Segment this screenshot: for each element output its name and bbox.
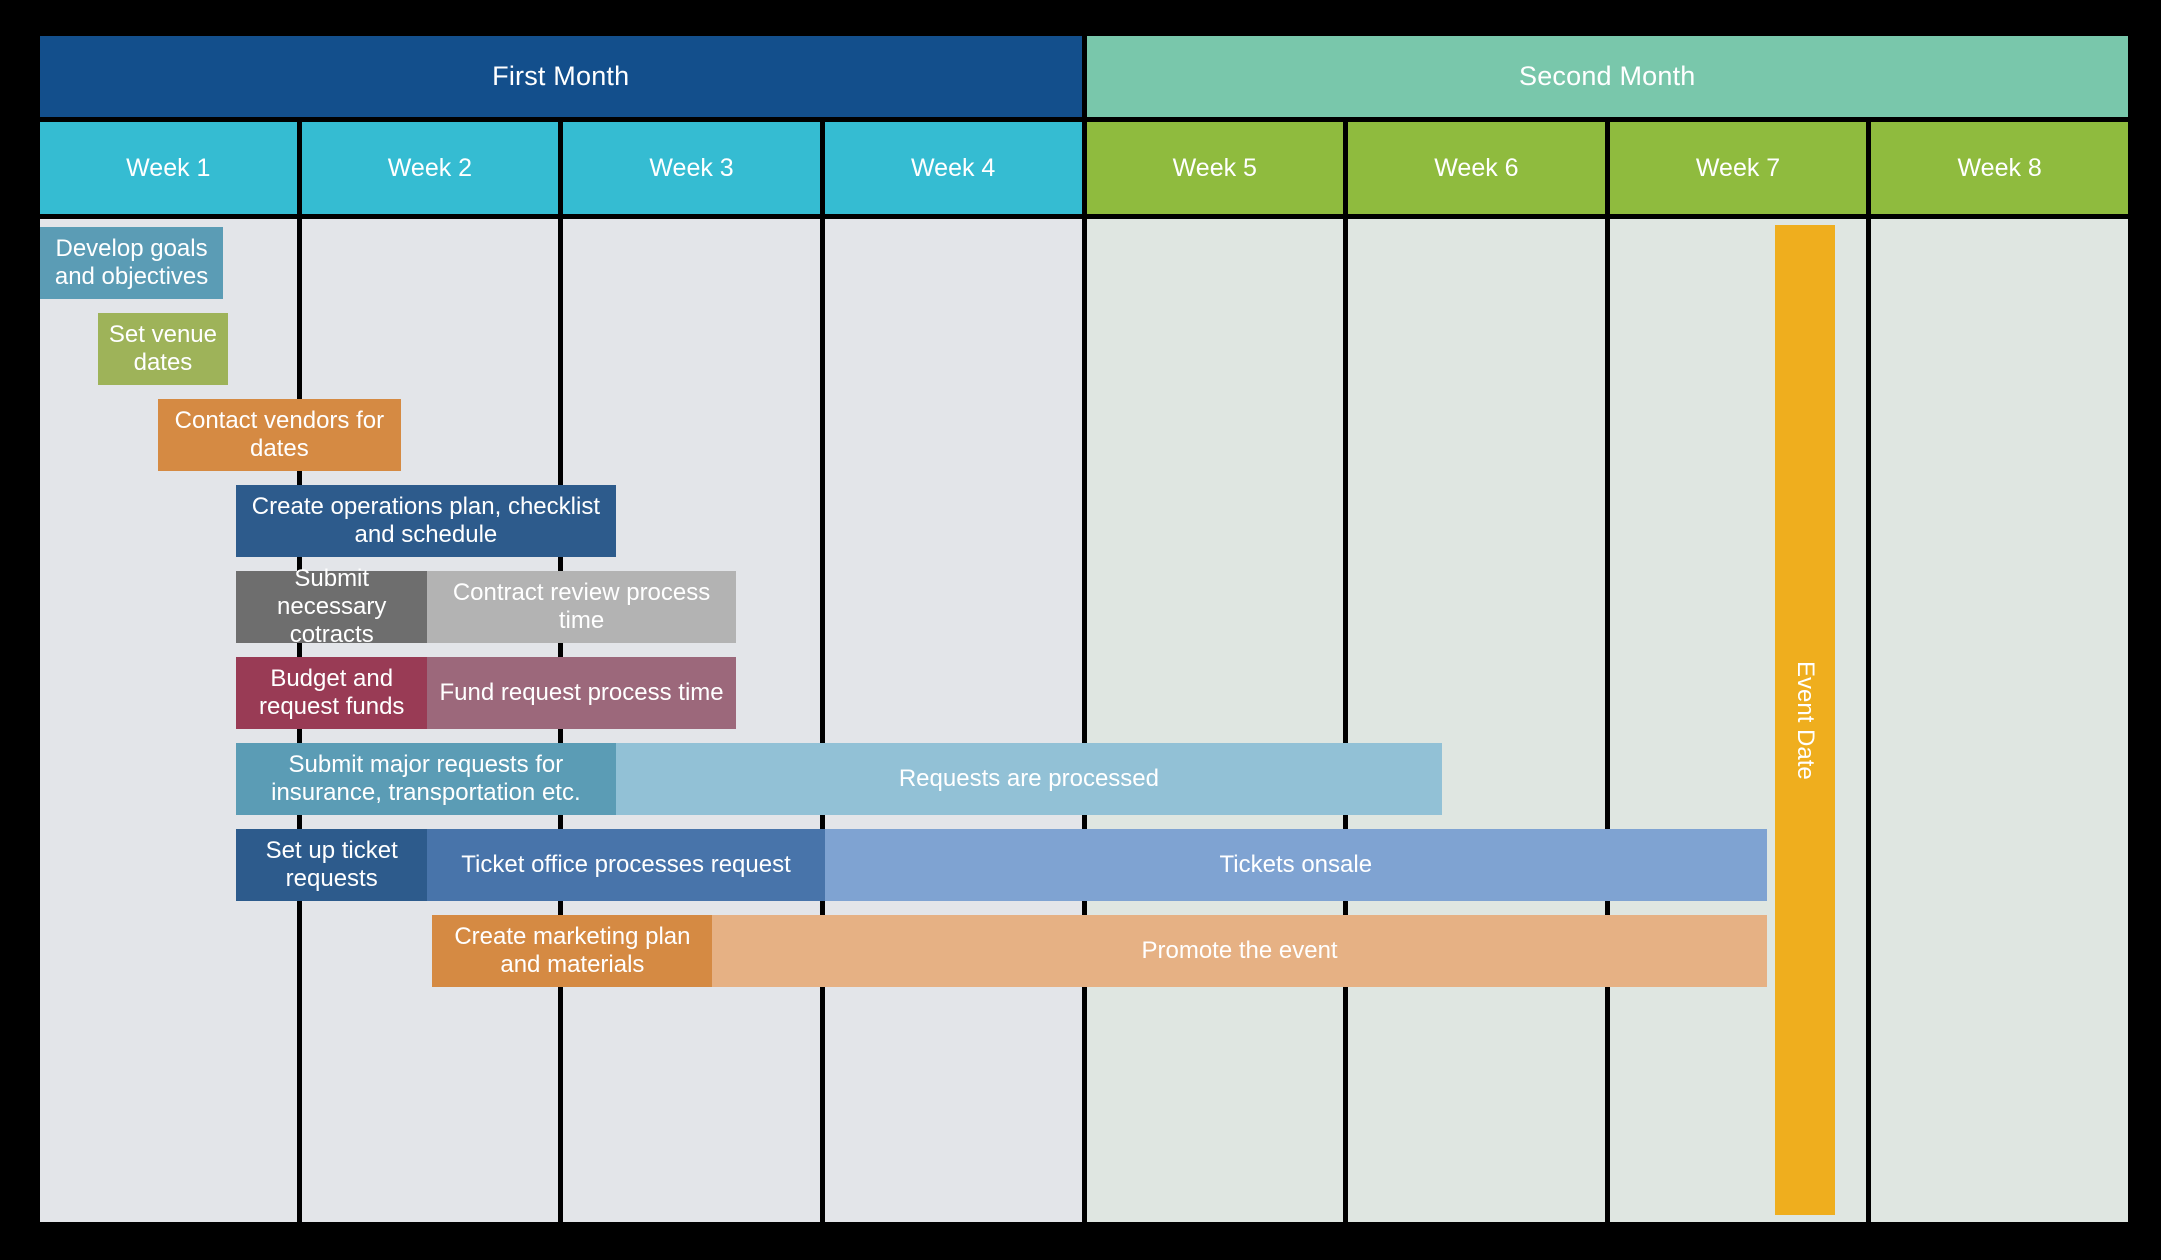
week-header-6[interactable]: Week 6	[1348, 122, 1605, 214]
week-header-8[interactable]: Week 8	[1871, 122, 2128, 214]
task-bar-create-marketing-plan-and-materials[interactable]: Create marketing plan and materials	[432, 915, 713, 987]
task-bar-submit-major-requests-for-insurance-transportation-etc[interactable]: Submit major requests for insurance, tra…	[236, 743, 616, 815]
task-bar-label: Create marketing plan and materials	[454, 922, 691, 978]
month-header-second-month: Second Month	[1086, 36, 2128, 117]
task-bar-label: Develop goals and objectives	[54, 234, 209, 290]
task-bar-label: Set up ticket requests	[265, 836, 398, 892]
task-bar-label: Set venue dates	[108, 320, 217, 376]
task-bar-label: Event Date	[1791, 660, 1819, 780]
task-bar-create-operations-plan-checklist-and-schedule[interactable]: Create operations plan, checklist and sc…	[236, 485, 616, 557]
task-bar-contract-review-process-time[interactable]: Contract review process time	[427, 571, 736, 643]
task-bar-label: Fund request process time	[439, 678, 724, 706]
task-bar-label: Submit major requests for insurance, tra…	[271, 750, 581, 806]
gantt-chart: First Month Second Month Week 1 Week 2 Week…	[40, 36, 2128, 1222]
task-bar-label: Promote the event	[1141, 936, 1338, 964]
task-bar-label: Submit necessary cotracts	[277, 564, 387, 649]
week-header-7[interactable]: Week 7	[1609, 122, 1867, 214]
task-bar-label: Contract review process time	[452, 578, 711, 634]
month-header-first-month: First Month	[40, 36, 1082, 117]
week-header-3[interactable]: Week 3	[563, 122, 820, 214]
week-header-5[interactable]: Week 5	[1086, 122, 1344, 214]
task-bar-contact-vendors-for-dates[interactable]: Contact vendors for dates	[157, 399, 402, 471]
week-header-4[interactable]: Week 4	[824, 122, 1082, 214]
task-bar-submit-necessary-cotracts[interactable]: Submit necessary cotracts	[236, 565, 428, 648]
task-bar-tickets-onsale[interactable]: Tickets onsale	[824, 829, 1767, 901]
week-header-row: Week 1 Week 2 Week 3 Week 4 Week 5 Week 6 Week…	[40, 122, 2128, 214]
task-bar-set-up-ticket-requests[interactable]: Set up ticket requests	[236, 829, 428, 901]
task-bar-label: Tickets onsale	[1219, 850, 1373, 878]
task-bar-promote-the-event[interactable]: Promote the event	[712, 915, 1767, 987]
task-bar-fund-request-process-time[interactable]: Fund request process time	[427, 657, 736, 729]
task-bar-ticket-office-processes-request[interactable]: Ticket office processes request	[427, 829, 825, 901]
week-header-1[interactable]: Week 1	[40, 122, 297, 214]
task-bar-event-date[interactable]: Event Date	[1774, 225, 1835, 1215]
month-header-row: First Month Second Month	[40, 36, 2128, 117]
task-bar-label: Requests are processed	[898, 764, 1159, 792]
task-bar-label: Create operations plan, checklist and sc…	[251, 492, 600, 548]
task-bar-budget-and-request-funds[interactable]: Budget and request funds	[236, 657, 428, 729]
task-bar-label: Ticket office processes request	[461, 850, 791, 878]
task-bars-layer: Develop goals and objectives Set venue da…	[40, 219, 2128, 1222]
task-bar-label: Budget and request funds	[258, 664, 405, 720]
task-bar-requests-are-processed[interactable]: Requests are processed	[615, 743, 1443, 815]
task-bar-label: Contact vendors for dates	[174, 406, 385, 462]
task-bar-develop-goals-and-objectives[interactable]: Develop goals and objectives	[40, 227, 224, 299]
week-header-2[interactable]: Week 2	[301, 122, 559, 214]
task-bar-set-venue-dates[interactable]: Set venue dates	[97, 313, 229, 385]
